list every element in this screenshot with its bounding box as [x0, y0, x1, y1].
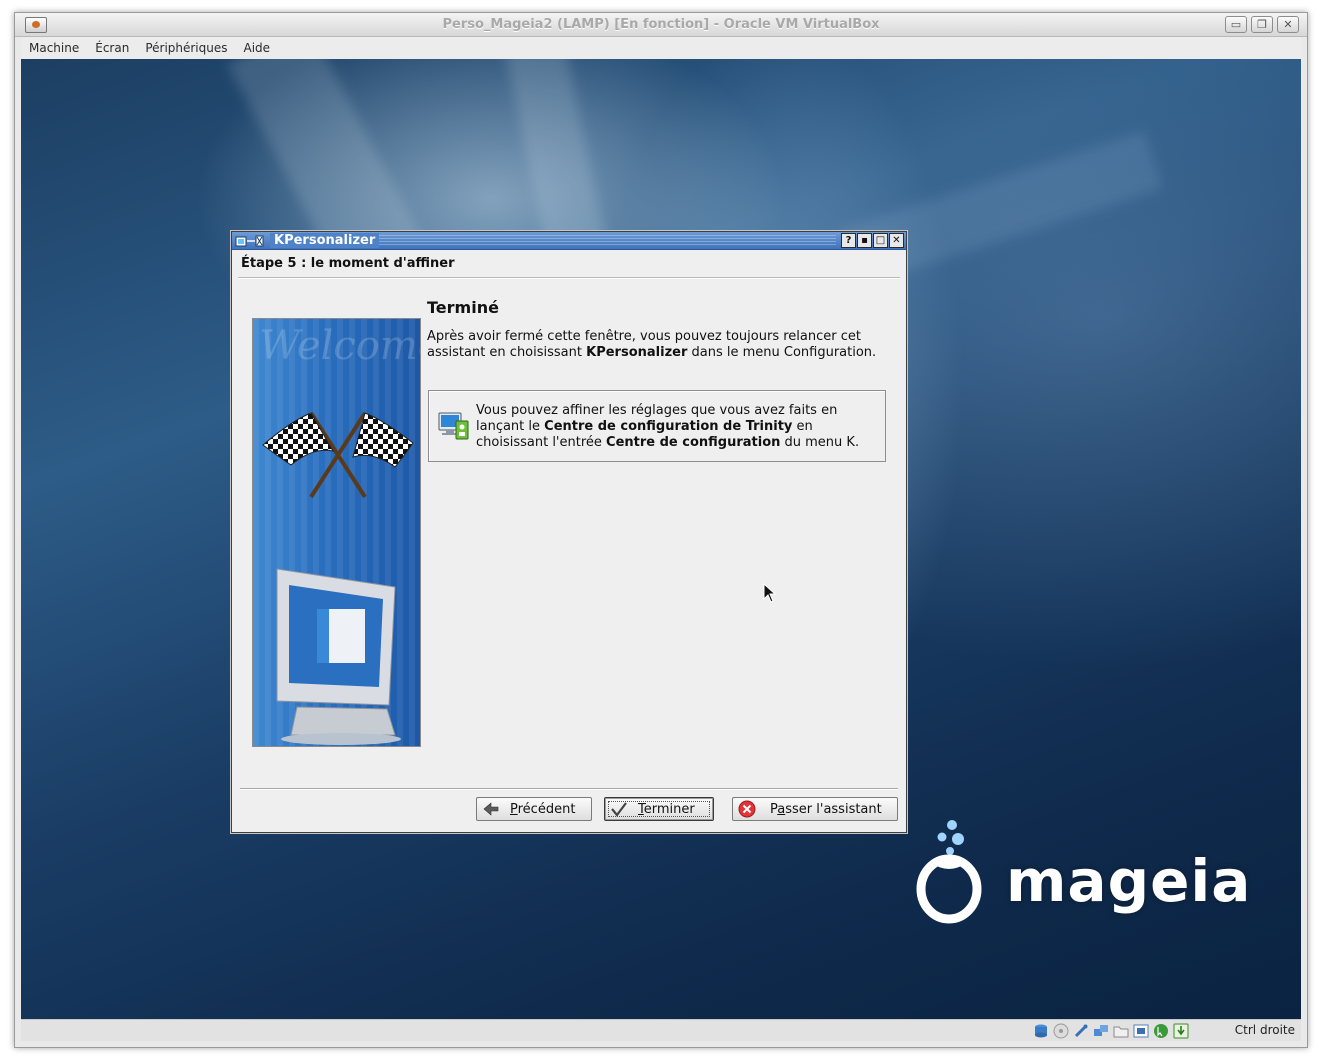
wizard-side-image: Welcome: [252, 318, 421, 747]
video-capture-icon[interactable]: [1133, 1023, 1149, 1039]
shared-folders-icon[interactable]: [1113, 1023, 1129, 1039]
usb-icon[interactable]: [1073, 1023, 1089, 1039]
dialog-titlebar[interactable]: KPersonalizer ? ▪ □ ✕: [232, 232, 906, 250]
close-icon[interactable]: ✕: [889, 233, 904, 248]
dialog-title: KPersonalizer: [270, 233, 380, 248]
trinity-control-center-bold: Centre de configuration de Trinity: [544, 419, 793, 434]
footer-divider: [240, 788, 898, 790]
focus-rectangle: [608, 801, 710, 817]
info-text-part: du menu K.: [780, 435, 860, 450]
close-icon[interactable]: ✕: [1277, 16, 1299, 33]
info-text: Vous pouvez affiner les réglages que vou…: [476, 403, 876, 451]
host-menubar: Machine Écran Périphériques Aide: [21, 37, 1301, 59]
guest-desktop[interactable]: mageia KPersonalizer ? ▪ □ ✕ Étape 5: l…: [21, 59, 1301, 1019]
kpersonalizer-bold: KPersonalizer: [586, 345, 688, 360]
previous-rest: récédent: [517, 801, 576, 817]
menu-peripheriques[interactable]: Périphériques: [137, 37, 235, 59]
optical-drive-icon[interactable]: [1053, 1023, 1069, 1039]
finish-description: Après avoir fermé cette fenêtre, vous po…: [427, 329, 897, 361]
status-icons: [1029, 1023, 1189, 1039]
previous-accel: P: [510, 801, 518, 817]
arrow-left-icon: [483, 802, 499, 816]
minimize-icon[interactable]: ▭: [1225, 16, 1247, 33]
step-title: Étape 5 : le moment d'affiner: [241, 256, 455, 271]
restore-icon[interactable]: ❐: [1251, 16, 1273, 33]
maximize-icon[interactable]: □: [873, 233, 888, 248]
mageia-wordmark: mageia: [1006, 847, 1252, 915]
host-titlebar[interactable]: Perso_Mageia2 (LAMP) [En fonction] - Ora…: [15, 13, 1307, 37]
checkered-flags-and-monitor-illustration: [262, 411, 414, 745]
skip-wizard-button[interactable]: Passer l'assistant: [732, 797, 898, 821]
finish-text: dans le menu Configuration.: [687, 345, 877, 360]
host-window-title: Perso_Mageia2 (LAMP) [En fonction] - Ora…: [442, 17, 880, 32]
dialog-window-controls: ? ▪ □ ✕: [840, 233, 904, 248]
menu-ecran[interactable]: Écran: [87, 37, 137, 59]
hard-disk-icon[interactable]: [1033, 1023, 1049, 1039]
mouse-integration-icon[interactable]: [1153, 1023, 1169, 1039]
control-center-entry-bold: Centre de configuration: [606, 435, 781, 450]
finish-heading: Terminé: [427, 298, 499, 317]
skip-button-label: Passer l'assistant: [770, 802, 882, 817]
menu-aide[interactable]: Aide: [236, 37, 279, 59]
info-box: Vous pouvez affiner les réglages que vou…: [428, 390, 886, 462]
keyboard-capture-icon[interactable]: [1173, 1023, 1189, 1039]
cancel-icon: [738, 800, 756, 818]
finish-button[interactable]: Terminer: [604, 797, 714, 821]
skip-rest: sser l'assistant: [785, 801, 882, 817]
host-key-label: Ctrl droite: [1234, 1023, 1295, 1037]
kpersonalizer-dialog: KPersonalizer ? ▪ □ ✕ Étape 5 : le momen…: [231, 231, 907, 833]
header-divider: [238, 277, 900, 279]
menu-machine[interactable]: Machine: [21, 37, 87, 59]
previous-button-label: Précédent: [510, 802, 575, 817]
host-window-controls: ▭ ❐ ✕: [1221, 16, 1299, 33]
mouse-cursor-icon: [763, 583, 777, 603]
previous-button[interactable]: Précédent: [476, 797, 592, 821]
host-statusbar: Ctrl droite: [21, 1019, 1301, 1041]
kpersonalizer-app-icon[interactable]: [235, 234, 265, 248]
network-icon[interactable]: [1093, 1023, 1109, 1039]
shade-icon[interactable]: ▪: [857, 233, 872, 248]
help-icon[interactable]: ?: [841, 233, 856, 248]
mageia-logo: mageia: [914, 817, 1254, 937]
mageia-cauldron-icon: [916, 820, 982, 924]
virtualbox-window: Perso_Mageia2 (LAMP) [En fonction] - Ora…: [14, 12, 1308, 1048]
control-center-icon: [438, 412, 469, 440]
